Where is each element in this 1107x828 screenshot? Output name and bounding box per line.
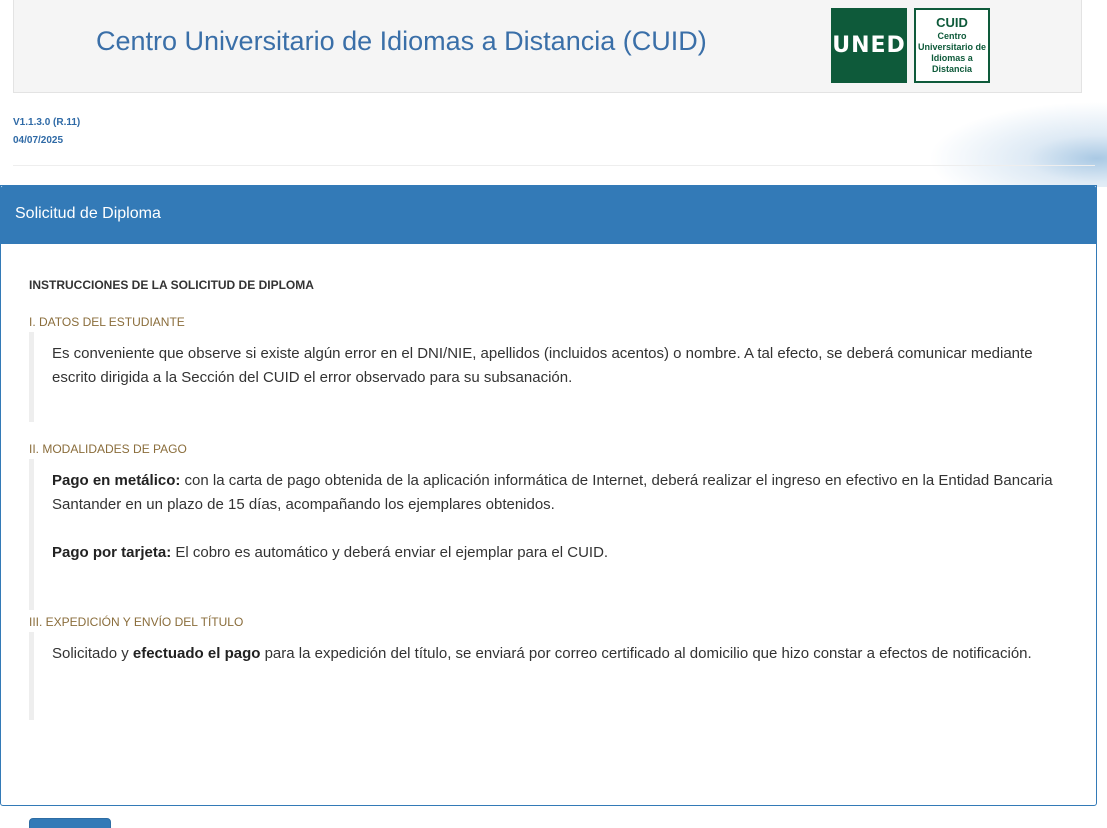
cuid-logo-sub-4: Distancia — [931, 64, 973, 74]
decorative-swoosh — [900, 92, 1107, 187]
cuid-logo-title: CUID — [936, 15, 968, 30]
section-payment-quote: Pago en metálico: con la carta de pago o… — [29, 459, 1069, 610]
cuid-logo[interactable]: CUID Centro Universitario de Idiomas a D… — [914, 8, 990, 83]
uned-logo-text: UNED — [832, 33, 906, 58]
section-student-data-quote: Es conveniente que observe si existe alg… — [29, 332, 1069, 422]
site-header: Centro Universitario de Idiomas a Distan… — [13, 0, 1082, 93]
payment-card-label: Pago por tarjeta: — [52, 544, 172, 561]
shipping-paragraph: Solicitado y efectuado el pago para la e… — [52, 642, 1069, 666]
section-title-payment: II. MODALIDADES DE PAGO — [29, 442, 187, 456]
section-title-shipping: III. EXPEDICIÓN Y ENVÍO DEL TÍTULO — [29, 615, 244, 629]
continue-button[interactable]: Continuar — [29, 818, 111, 828]
payment-cash-paragraph: Pago en metálico: con la carta de pago o… — [52, 469, 1069, 517]
diploma-request-panel: Solicitud de Diploma INSTRUCCIONES DE LA… — [0, 185, 1097, 828]
payment-cash-text: con la carta de pago obtenida de la apli… — [52, 472, 1053, 513]
uned-logo[interactable]: UNED — [831, 8, 907, 83]
shipping-text-bold: efectuado el pago — [132, 645, 261, 662]
cuid-logo-sub-2: Universitario de — [917, 42, 987, 52]
version-date: 04/07/2025 — [13, 135, 64, 146]
student-data-text: Es conveniente que observe si existe alg… — [52, 345, 1033, 386]
payment-card-text: El cobro es automático y deberá enviar e… — [171, 544, 609, 561]
payment-cash-label: Pago en metálico: — [52, 472, 181, 489]
version-info: V1.1.3.0 (R.11) 04/07/2025 — [13, 114, 80, 150]
divider — [13, 165, 1095, 166]
site-title: Centro Universitario de Idiomas a Distan… — [96, 26, 707, 56]
version-number: V1.1.3.0 (R.11) — [13, 117, 81, 128]
cuid-logo-sub-1: Centro — [937, 31, 967, 41]
payment-card-paragraph: Pago por tarjeta: El cobro es automático… — [52, 541, 1069, 565]
panel-heading: Solicitud de Diploma — [1, 186, 1096, 244]
cuid-logo-sub-3: Idiomas a — [931, 53, 973, 63]
shipping-text-pre: Solicitado y — [52, 645, 133, 662]
section-title-student-data: I. DATOS DEL ESTUDIANTE — [29, 315, 185, 329]
shipping-text-post: para la expedición del título, se enviar… — [260, 645, 1032, 662]
instructions-title: INSTRUCCIONES DE LA SOLICITUD DE DIPLOMA — [29, 278, 314, 292]
section-shipping-quote: Solicitado y efectuado el pago para la e… — [29, 632, 1069, 720]
